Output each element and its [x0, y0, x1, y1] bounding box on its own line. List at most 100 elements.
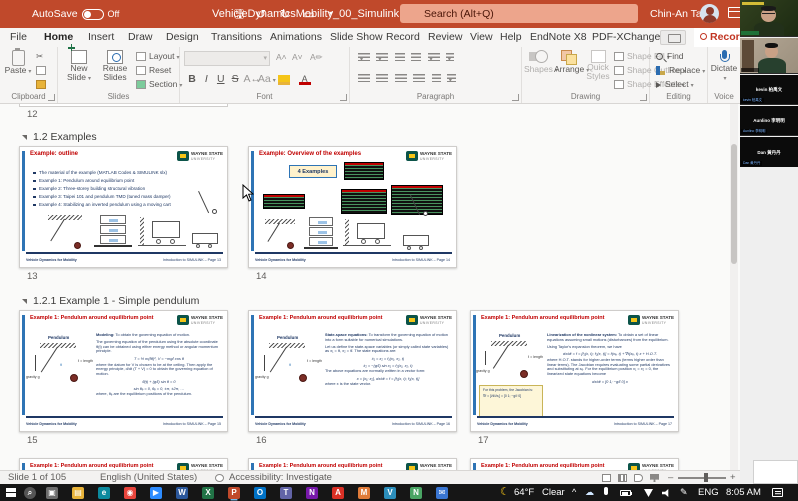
- tab-pdf-xchange[interactable]: PDF-XChange: [592, 28, 660, 47]
- new-slide-button[interactable]: New Slide: [62, 50, 96, 84]
- zoom-slider-thumb[interactable]: [704, 473, 708, 482]
- slide-16-thumbnail[interactable]: Example 1: Pendulum around equilibrium p…: [248, 310, 457, 432]
- weather-desc[interactable]: Clear: [542, 484, 565, 501]
- zoom-out-button[interactable]: –: [668, 471, 673, 484]
- character-spacing-button[interactable]: A↔: [244, 73, 256, 85]
- language-indicator[interactable]: English (United States): [100, 471, 197, 484]
- tab-slide-show[interactable]: Slide Show: [330, 28, 383, 47]
- tab-review[interactable]: Review: [428, 28, 462, 47]
- normal-view-icon[interactable]: [602, 474, 611, 482]
- action-center-icon[interactable]: [772, 488, 783, 497]
- font-color-icon[interactable]: A: [299, 75, 311, 85]
- acrobat-icon[interactable]: A: [332, 487, 344, 499]
- search-taskbar-icon[interactable]: ⌕: [24, 487, 36, 499]
- font-dialog-launcher[interactable]: [340, 94, 347, 101]
- powerpoint-icon[interactable]: P: [228, 487, 240, 499]
- tab-view[interactable]: View: [470, 28, 493, 47]
- document-title[interactable]: VehicleDynamicsMobility_00_Simulink...: [212, 0, 408, 28]
- zoom-in-button[interactable]: +: [730, 471, 736, 484]
- weather-temp[interactable]: 64°F: [514, 484, 534, 501]
- pen-icon[interactable]: ✎: [680, 486, 688, 499]
- underline-button[interactable]: U: [215, 73, 227, 85]
- tab-insert[interactable]: Insert: [88, 28, 114, 47]
- tray-mic-icon[interactable]: [604, 486, 608, 499]
- slide-indicator[interactable]: Slide 1 of 105: [8, 471, 66, 484]
- decrease-font-button[interactable]: A˅: [292, 52, 303, 62]
- reset-button[interactable]: Reset: [136, 65, 171, 75]
- paste-button[interactable]: Paste: [4, 50, 32, 77]
- vscode-icon[interactable]: V: [384, 487, 396, 499]
- slide-sorter-view-icon[interactable]: [618, 474, 627, 482]
- format-painter-button[interactable]: [36, 79, 49, 89]
- align-center-button[interactable]: [376, 74, 388, 84]
- slideshow-view-icon[interactable]: [650, 474, 659, 482]
- tab-transitions[interactable]: Transitions: [211, 28, 262, 47]
- task-view-icon[interactable]: ▣: [46, 487, 58, 499]
- align-right-button[interactable]: [395, 74, 407, 84]
- tab-draw[interactable]: Draw: [128, 28, 153, 47]
- columns-button[interactable]: [432, 74, 441, 84]
- language-button[interactable]: ENG: [698, 484, 719, 501]
- paragraph-dialog-launcher[interactable]: [512, 94, 519, 101]
- word-icon[interactable]: W: [176, 487, 188, 499]
- onedrive-icon[interactable]: ☁: [585, 486, 594, 499]
- increase-font-button[interactable]: A˄: [276, 52, 287, 62]
- zoom-slider[interactable]: [678, 477, 726, 479]
- autosave-toggle[interactable]: AutoSave Off: [32, 7, 119, 21]
- clear-formatting-button[interactable]: A✏: [310, 52, 323, 63]
- slide-19-thumbnail[interactable]: Example 1: Pendulum around equilibrium p…: [248, 458, 457, 470]
- participant-video-4[interactable]: Aunlino 李明明 Aunlino 李明明: [740, 106, 798, 136]
- wifi-icon[interactable]: [644, 489, 653, 497]
- onenote-icon[interactable]: N: [306, 487, 318, 499]
- tab-endnote[interactable]: EndNote X8: [530, 28, 587, 47]
- dictate-button[interactable]: Dictate: [710, 50, 738, 84]
- drawing-dialog-launcher[interactable]: [640, 94, 647, 101]
- justify-button[interactable]: [413, 74, 425, 84]
- excel-icon[interactable]: X: [202, 487, 214, 499]
- strikethrough-button[interactable]: S: [229, 73, 241, 85]
- tab-design[interactable]: Design: [166, 28, 199, 47]
- accessibility-status[interactable]: Accessibility: Investigate: [229, 471, 332, 484]
- slide-13-thumbnail[interactable]: Example: outline WAYNE STATEUNIVERSITY T…: [19, 146, 228, 268]
- participant-video-3[interactable]: kevin 柏禹文 kevin 柏禹文: [740, 75, 798, 105]
- slide-17-thumbnail[interactable]: Example 1: Pendulum around equilibrium p…: [470, 310, 679, 432]
- select-button[interactable]: Select: [656, 79, 694, 89]
- participant-video-1[interactable]: [740, 0, 798, 37]
- scrollbar-thumb[interactable]: [731, 144, 737, 264]
- notepad-icon[interactable]: N: [410, 487, 422, 499]
- account-name[interactable]: Chin-An Tan: [650, 0, 708, 28]
- tab-record[interactable]: Record: [386, 28, 420, 47]
- copy-button[interactable]: [36, 65, 49, 75]
- tray-chevron-icon[interactable]: ^: [572, 486, 576, 499]
- search-input[interactable]: [400, 4, 638, 23]
- change-case-button[interactable]: Aa: [258, 73, 270, 85]
- convert-smartart-button[interactable]: [447, 74, 456, 84]
- slide-14-thumbnail[interactable]: Example: Overview of the examples WAYNE …: [248, 146, 457, 268]
- tab-file[interactable]: File: [10, 28, 27, 47]
- section-button[interactable]: Section: [136, 79, 182, 89]
- mail-icon[interactable]: ✉: [436, 487, 448, 499]
- start-button[interactable]: [6, 488, 16, 498]
- bold-button[interactable]: B: [186, 73, 198, 85]
- tab-home[interactable]: Home: [44, 28, 73, 49]
- layout-button[interactable]: Layout: [136, 51, 180, 61]
- file-explorer-icon[interactable]: ▤: [72, 487, 84, 499]
- reading-view-icon[interactable]: [634, 474, 643, 482]
- slide-15-thumbnail[interactable]: Example 1: Pendulum around equilibrium p…: [19, 310, 228, 432]
- bullets-button[interactable]: [358, 53, 370, 63]
- shapes-button[interactable]: Shapes: [524, 50, 552, 76]
- decrease-indent-button[interactable]: [395, 53, 405, 63]
- text-highlight-icon[interactable]: [278, 75, 290, 85]
- clock[interactable]: 8:05 AM: [726, 484, 761, 501]
- increase-indent-button[interactable]: [411, 53, 421, 63]
- arrange-button[interactable]: Arrange: [554, 50, 584, 76]
- participant-video-5[interactable]: Dan 黄丹丹 Dan 黄丹丹: [740, 137, 798, 167]
- italic-button[interactable]: I: [200, 73, 212, 85]
- battery-icon[interactable]: [620, 490, 631, 496]
- line-spacing-button[interactable]: [428, 53, 440, 63]
- slide-18-thumbnail[interactable]: Example 1: Pendulum around equilibrium p…: [19, 458, 228, 470]
- font-name-combobox[interactable]: [184, 51, 270, 66]
- slide-12-thumbnail-edge[interactable]: [19, 104, 228, 107]
- volume-icon[interactable]: [662, 489, 671, 497]
- text-direction-button[interactable]: [446, 53, 454, 63]
